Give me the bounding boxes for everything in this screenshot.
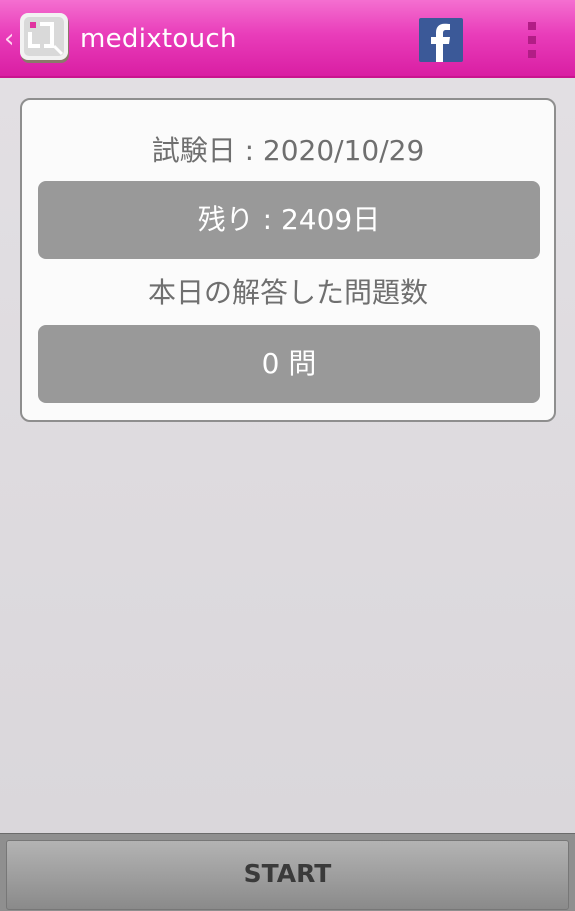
app-title: medixtouch <box>80 24 237 54</box>
start-bar: START <box>0 833 575 911</box>
exam-info-card: 試験日 : 2020/10/29 残り : 2409日 本日の解答した問題数 0… <box>20 98 556 422</box>
start-button[interactable]: START <box>6 840 569 910</box>
overflow-menu-icon[interactable] <box>520 20 544 60</box>
exam-date-label: 試験日 : 2020/10/29 <box>151 134 425 167</box>
app-screen: ‹ medixtouch 試験日 : 2020/10/29 残り : 2409日… <box>0 0 575 911</box>
answered-count-badge: 0 問 <box>38 325 540 403</box>
medixtouch-logo-icon[interactable] <box>18 12 72 66</box>
action-bar: ‹ medixtouch <box>0 0 575 78</box>
answered-count-label: 本日の解答した問題数 <box>147 276 428 309</box>
facebook-icon[interactable] <box>419 18 463 62</box>
up-navigation-icon[interactable]: ‹ <box>4 26 14 52</box>
remaining-days-badge: 残り : 2409日 <box>38 181 540 259</box>
